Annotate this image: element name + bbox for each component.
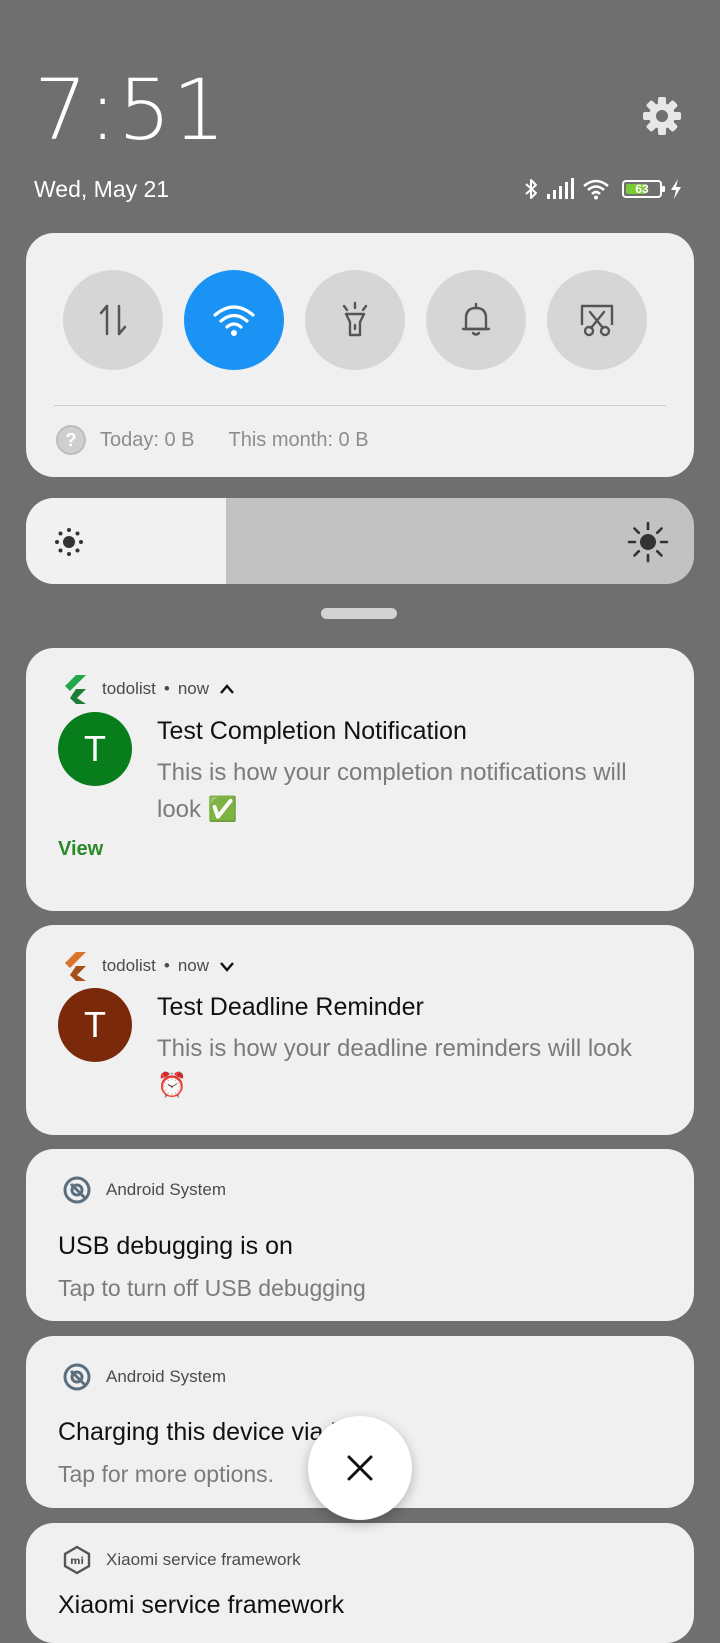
qs-divider	[54, 405, 666, 406]
clear-all-button[interactable]	[308, 1416, 412, 1520]
notification-header: Android System	[62, 1362, 226, 1392]
avatar: T	[58, 988, 132, 1062]
charging-bolt-icon	[670, 179, 682, 199]
mi-icon: mi	[62, 1545, 92, 1575]
avatar: T	[58, 712, 132, 786]
notification-header: todolist • now	[62, 674, 235, 704]
notification-text: This is how your deadline reminders will…	[157, 1035, 632, 1099]
app-name: Xiaomi service framework	[106, 1550, 301, 1569]
brightness-high-icon	[627, 521, 669, 563]
flutter-app-icon	[62, 674, 88, 704]
wifi-icon	[213, 305, 255, 336]
tile-mobile-data[interactable]	[63, 270, 163, 370]
chevron-up-icon[interactable]	[219, 683, 235, 695]
app-name: todolist	[102, 956, 156, 975]
bell-icon	[461, 302, 491, 336]
notification-xiaomi-framework[interactable]: mi Xiaomi service framework Xiaomi servi…	[26, 1523, 694, 1643]
wifi-icon	[582, 178, 610, 200]
app-name: Android System	[106, 1367, 226, 1386]
brightness-low-icon	[55, 528, 83, 556]
notification-deadline[interactable]: todolist • now T Test Deadline Reminder …	[26, 925, 694, 1135]
notification-header: mi Xiaomi service framework	[62, 1545, 301, 1575]
tile-wifi[interactable]	[184, 270, 284, 370]
notification-text: Tap for more options.	[58, 1461, 275, 1487]
clock-time: 7:51	[34, 61, 227, 159]
notification-header: todolist • now	[62, 951, 235, 981]
cellular-signal-icon	[546, 178, 574, 200]
notification-time: now	[177, 956, 210, 975]
notification-title: Test Deadline Reminder	[157, 993, 424, 1021]
battery-icon: 63	[622, 180, 665, 198]
date-label: Wed, May 21	[34, 176, 170, 202]
flutter-app-icon	[62, 951, 88, 981]
svg-text:mi: mi	[70, 1556, 84, 1567]
help-icon: ?	[56, 425, 86, 455]
bluetooth-icon	[524, 177, 538, 201]
drag-handle[interactable]	[321, 608, 397, 619]
flashlight-icon	[342, 301, 368, 337]
tile-screenshot[interactable]	[547, 270, 647, 370]
android-system-icon	[62, 1175, 92, 1205]
battery-level: 63	[635, 182, 649, 196]
notification-title: Xiaomi service framework	[58, 1591, 345, 1619]
usage-month: This month: 0 B	[228, 428, 369, 451]
settings-gear-icon[interactable]	[640, 94, 684, 138]
view-button[interactable]: View	[58, 838, 103, 861]
tile-sound[interactable]	[426, 270, 526, 370]
quick-settings-panel: ? Today: 0 B This month: 0 B	[26, 233, 694, 477]
notification-title: USB debugging is on	[58, 1232, 293, 1260]
notification-header: Android System	[62, 1175, 226, 1205]
notification-time: now	[177, 679, 210, 698]
chevron-down-icon[interactable]	[219, 960, 235, 972]
app-name: todolist	[102, 679, 156, 698]
notification-completion[interactable]: todolist • now T Test Completion Notific…	[26, 648, 694, 911]
status-bar-icons: 63	[524, 176, 682, 202]
scissors-screenshot-icon	[580, 304, 614, 337]
android-system-icon	[62, 1362, 92, 1392]
data-usage-row[interactable]: ? Today: 0 B This month: 0 B	[56, 425, 369, 455]
notification-text: Tap to turn off USB debugging	[58, 1275, 366, 1301]
notification-text: This is how your completion notification…	[157, 759, 627, 823]
brightness-slider[interactable]	[26, 498, 694, 584]
usage-today: Today: 0 B	[100, 428, 195, 451]
data-arrows-icon	[99, 304, 127, 336]
tile-flashlight[interactable]	[305, 270, 405, 370]
app-name: Android System	[106, 1180, 226, 1199]
notification-usb-debugging[interactable]: Android System USB debugging is on Tap t…	[26, 1149, 694, 1321]
close-icon	[347, 1455, 373, 1481]
notification-title: Test Completion Notification	[157, 717, 467, 745]
